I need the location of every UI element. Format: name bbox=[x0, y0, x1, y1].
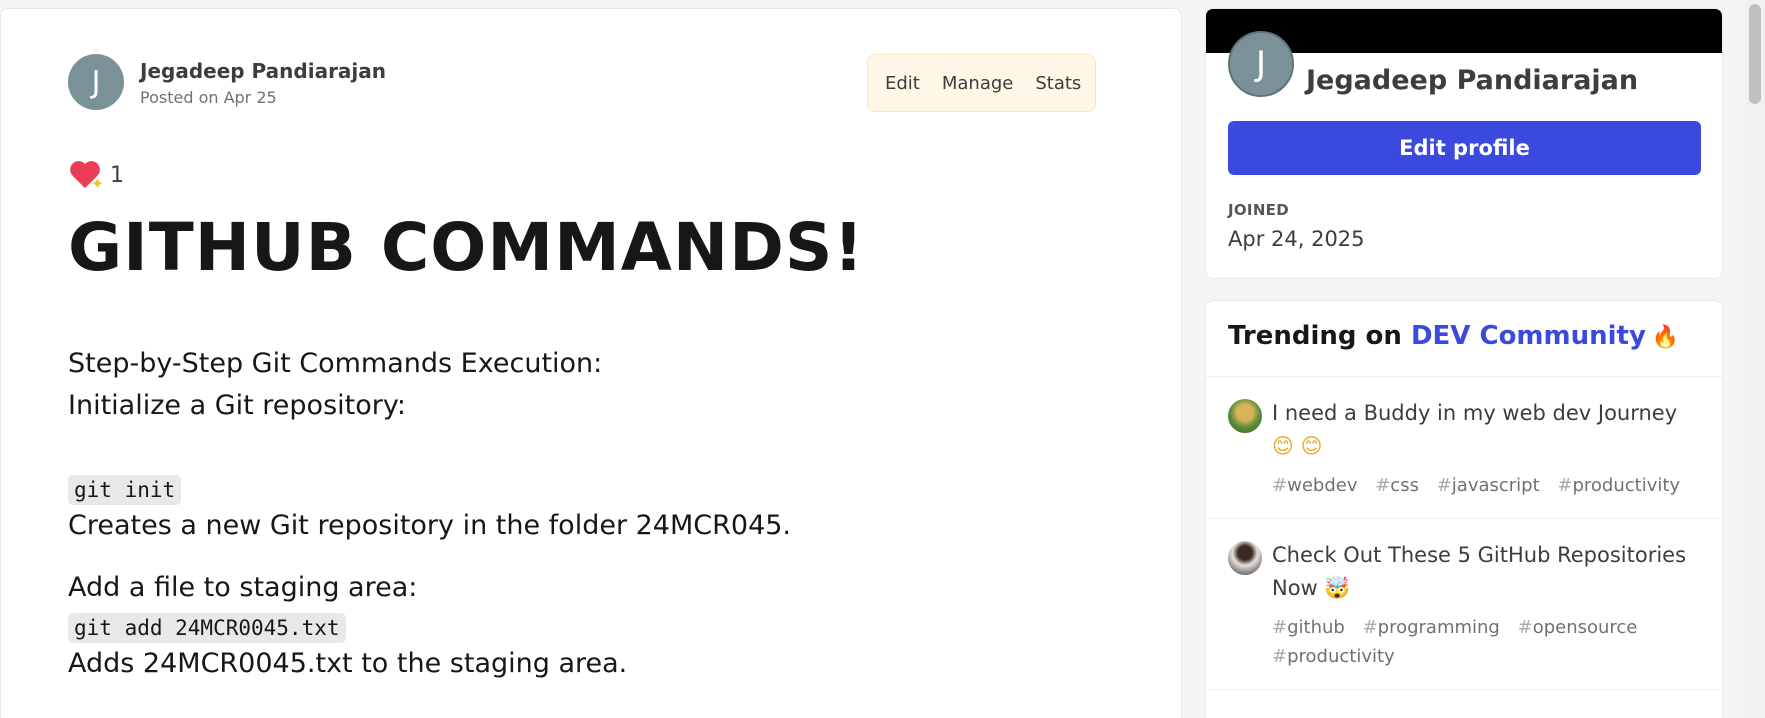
body-desc-2: Adds 24MCR0045.txt to the staging area. bbox=[68, 648, 628, 679]
trending-item-tags: #webdev #css #javascript #productivity bbox=[1272, 471, 1700, 500]
tag-opensource[interactable]: #opensource bbox=[1518, 617, 1638, 638]
page-scrollbar[interactable] bbox=[1745, 0, 1765, 718]
trending-item-title[interactable]: I need a Buddy in my web dev Journey 😊 😊 bbox=[1272, 397, 1700, 463]
profile-avatar[interactable]: J bbox=[1228, 31, 1294, 97]
profile-avatar-letter: J bbox=[1255, 44, 1267, 84]
exploding-head-icon: 🤯 bbox=[1324, 576, 1351, 600]
trending-heading-prefix: Trending on bbox=[1228, 321, 1411, 351]
trending-author-avatar[interactable] bbox=[1228, 399, 1262, 433]
body-desc-1: Creates a new Git repository in the fold… bbox=[68, 510, 792, 541]
author-avatar[interactable]: J bbox=[68, 54, 124, 110]
author-name[interactable]: Jegadeep Pandiarajan bbox=[140, 58, 386, 84]
author-actions-bar: Edit Manage Stats bbox=[867, 54, 1096, 112]
tag-webdev[interactable]: #webdev bbox=[1272, 475, 1357, 496]
tag-programming[interactable]: #programming bbox=[1363, 617, 1500, 638]
edit-profile-button[interactable]: Edit profile bbox=[1228, 121, 1701, 175]
edit-button[interactable]: Edit bbox=[874, 65, 931, 102]
trending-card: Trending on DEV Community 🔥 I need a Budd… bbox=[1205, 300, 1723, 718]
author-row: J Jegadeep Pandiarajan Posted on Apr 25 bbox=[68, 54, 386, 110]
code-snippet-git-init: git init bbox=[68, 475, 182, 505]
article-card: J Jegadeep Pandiarajan Posted on Apr 25 … bbox=[0, 8, 1182, 718]
manage-button[interactable]: Manage bbox=[931, 65, 1025, 102]
sparkling-heart-icon: ✦ bbox=[68, 159, 104, 193]
trending-item[interactable]: Check Out These 5 GitHub Repositories No… bbox=[1206, 519, 1722, 690]
posted-date: Posted on Apr 25 bbox=[140, 87, 277, 107]
tag-github[interactable]: #github bbox=[1272, 617, 1345, 638]
reaction-count: 1 bbox=[110, 162, 124, 188]
trending-item-title-text: I need a Buddy in my web dev Journey bbox=[1272, 401, 1678, 425]
trending-item-title[interactable]: Check Out These 5 GitHub Repositories No… bbox=[1272, 539, 1700, 605]
profile-card: J Jegadeep Pandiarajan Edit profile JOIN… bbox=[1205, 8, 1723, 279]
profile-name[interactable]: Jegadeep Pandiarajan bbox=[1306, 65, 1638, 96]
article-body: Step-by-Step Git Commands Execution: Ini… bbox=[68, 343, 1118, 685]
trending-item[interactable]: I need a Buddy in my web dev Journey 😊 😊… bbox=[1206, 377, 1722, 519]
code-snippet-git-add: git add 24MCR0045.txt bbox=[68, 613, 346, 643]
trending-item-tags: #github #programming #opensource #produc… bbox=[1272, 613, 1700, 671]
body-intro-line-2: Initialize a Git repository: bbox=[68, 390, 406, 421]
trending-author-avatar[interactable] bbox=[1228, 541, 1262, 575]
joined-label: JOINED bbox=[1228, 201, 1289, 219]
tag-productivity[interactable]: #productivity bbox=[1272, 646, 1395, 667]
stats-button[interactable]: Stats bbox=[1024, 65, 1092, 102]
trending-heading: Trending on DEV Community 🔥 bbox=[1206, 301, 1722, 377]
smiling-face-icon: 😊 😊 bbox=[1272, 434, 1323, 458]
joined-date: Apr 24, 2025 bbox=[1228, 227, 1365, 251]
author-meta: Jegadeep Pandiarajan Posted on Apr 25 bbox=[140, 58, 386, 107]
scrollbar-thumb[interactable] bbox=[1749, 4, 1761, 104]
tag-javascript[interactable]: #javascript bbox=[1437, 475, 1540, 496]
author-avatar-letter: J bbox=[91, 64, 101, 100]
reaction-summary[interactable]: ✦ 1 bbox=[68, 159, 124, 194]
fire-icon: 🔥 bbox=[1651, 325, 1680, 350]
article-title: GITHUB COMMANDS! bbox=[68, 209, 865, 286]
body-intro-line-1: Step-by-Step Git Commands Execution: bbox=[68, 348, 603, 379]
tag-css[interactable]: #css bbox=[1375, 475, 1419, 496]
sparkle-icon: ✦ bbox=[90, 174, 104, 193]
body-step-2: Add a file to staging area: bbox=[68, 572, 418, 603]
dev-community-link[interactable]: DEV Community bbox=[1411, 321, 1646, 351]
tag-productivity[interactable]: #productivity bbox=[1557, 475, 1680, 496]
